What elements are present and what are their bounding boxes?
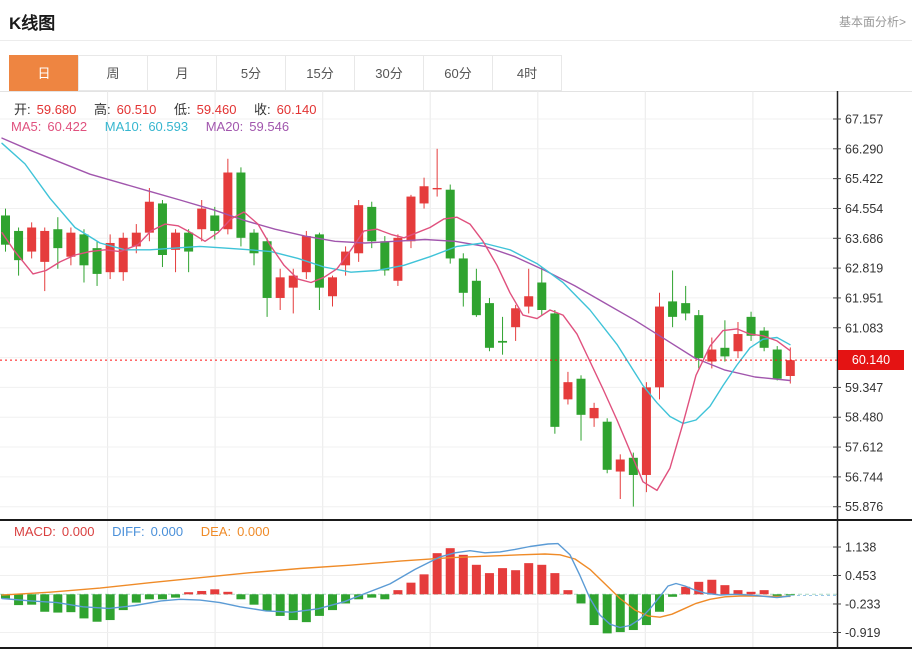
candlestick-chart[interactable]: 67.157 66.290 65.422 64.554 63.686 62.819 61.9… — [0, 91, 912, 519]
price-axis-label: 61.083 — [845, 321, 883, 335]
tab-15分[interactable]: 15分 — [285, 55, 355, 91]
price-axis-label: 64.554 — [845, 202, 883, 216]
tab-30分[interactable]: 30分 — [354, 55, 424, 91]
price-axis-label: 55.876 — [845, 500, 883, 514]
macd-axis-label: 0.453 — [845, 569, 876, 583]
price-axis-label: 61.951 — [845, 291, 883, 305]
price-axis-label: 59.347 — [845, 381, 883, 395]
price-axis-label: 56.744 — [845, 470, 883, 484]
price-axis-label: 62.819 — [845, 262, 883, 276]
macd-axis-label: 1.138 — [845, 541, 876, 555]
fundamental-analysis-link[interactable]: 基本面分析> — [839, 13, 906, 30]
tab-60分[interactable]: 60分 — [423, 55, 493, 91]
tab-4时[interactable]: 4时 — [492, 55, 562, 91]
page-header: K线图 基本面分析> — [0, 0, 912, 41]
macd-axis-label: -0.919 — [845, 626, 880, 640]
price-axis-label: 67.157 — [845, 113, 883, 127]
page-title: K线图 — [9, 9, 55, 34]
chart-area: 67.157 66.290 65.422 64.554 63.686 62.819 61.9… — [0, 91, 912, 653]
price-axis-label: 66.290 — [845, 142, 883, 156]
price-axis-label: 58.480 — [845, 411, 883, 425]
macd-chart[interactable]: 1.138 0.453 -0.233 -0.919 — [0, 519, 912, 653]
macd-axis-label: -0.233 — [845, 597, 880, 611]
tab-月[interactable]: 月 — [147, 55, 217, 91]
price-axis-label: 65.422 — [845, 172, 883, 186]
tab-周[interactable]: 周 — [78, 55, 148, 91]
price-axis-label: 57.612 — [845, 441, 883, 455]
current-price-badge: 60.140 — [838, 350, 904, 370]
tab-日[interactable]: 日 — [9, 55, 79, 91]
tab-5分[interactable]: 5分 — [216, 55, 286, 91]
period-tabbar: 日周月5分15分30分60分4时 — [0, 55, 912, 92]
price-axis-label: 63.686 — [845, 232, 883, 246]
kline-page: K线图 基本面分析> 日周月5分15分30分60分4时 67.157 66.290… — [0, 0, 912, 653]
